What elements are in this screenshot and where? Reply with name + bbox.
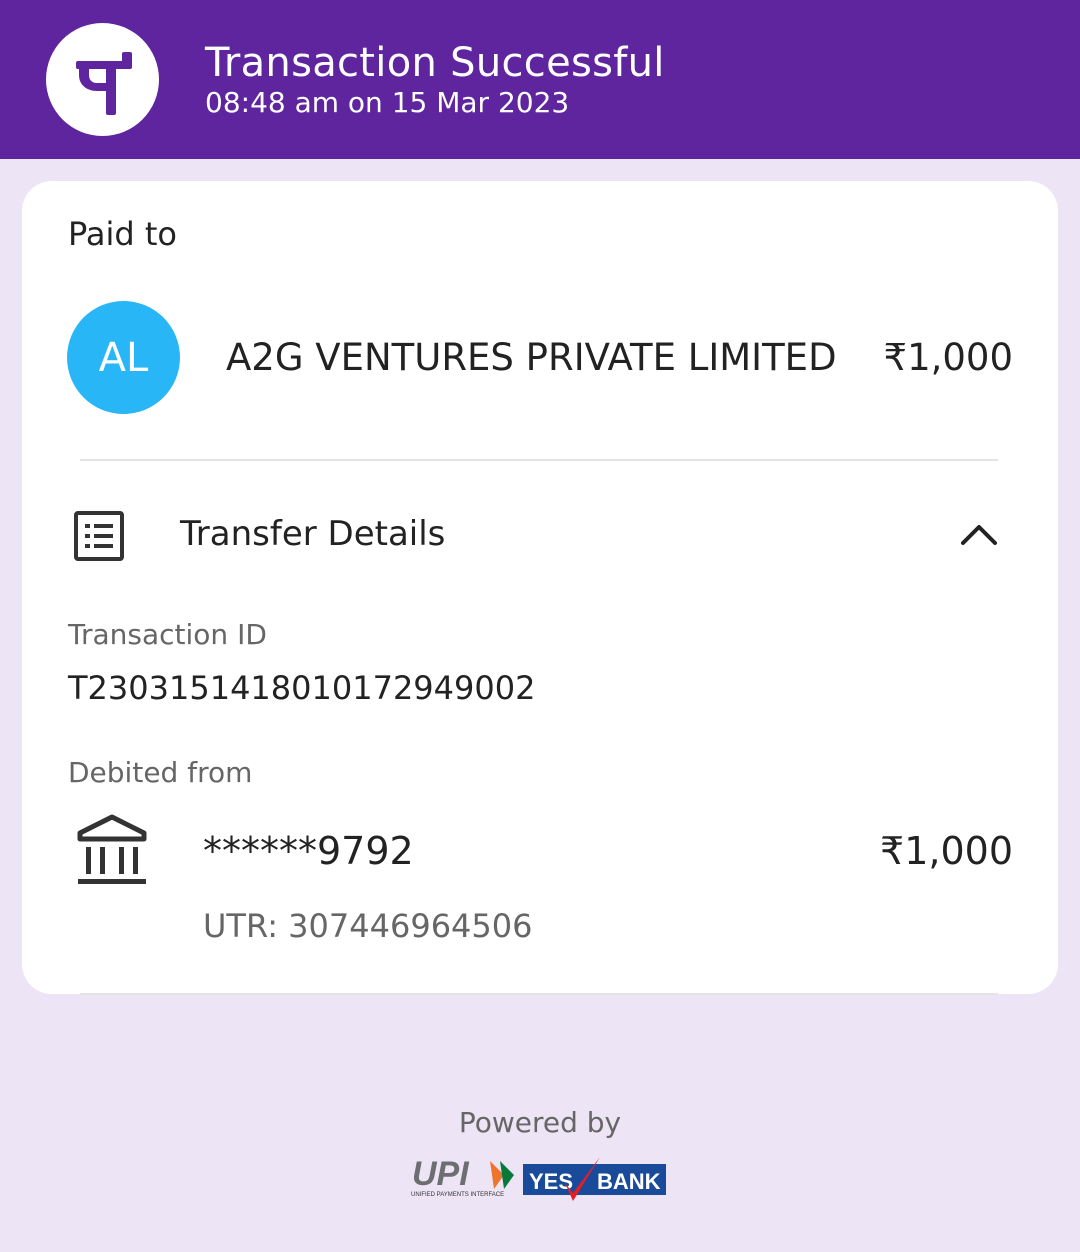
- transaction-id-label: Transaction ID: [68, 618, 267, 651]
- transaction-timestamp: 08:48 am on 15 Mar 2023: [205, 86, 570, 119]
- upi-tagline: UNIFIED PAYMENTS INTERFACE: [411, 1192, 504, 1198]
- paid-to-label: Paid to: [68, 215, 177, 253]
- transaction-card: Paid to AL A2G VENTURES PRIVATE LIMITED …: [22, 181, 1058, 994]
- yes-bank-logo-yes: YES: [529, 1169, 573, 1194]
- divider: [80, 993, 998, 995]
- yes-bank-logo: YES BANK: [523, 1157, 667, 1211]
- debit-amount: ₹1,000: [880, 829, 1013, 873]
- debited-from-label: Debited from: [68, 756, 253, 789]
- divider: [80, 459, 998, 461]
- payee-name: A2G VENTURES PRIVATE LIMITED: [226, 336, 837, 379]
- transaction-id-value: T2303151418010172949002: [68, 669, 536, 707]
- transaction-status-title: Transaction Successful: [205, 40, 665, 86]
- phonepe-logo-icon: [46, 23, 159, 136]
- avatar-initials: AL: [98, 334, 149, 381]
- bank-icon: [76, 813, 148, 891]
- utr-number: UTR: 307446964506: [203, 907, 533, 945]
- payee-avatar: AL: [67, 301, 180, 414]
- transfer-details-title: Transfer Details: [180, 514, 446, 554]
- header-bar: Transaction Successful 08:48 am on 15 Ma…: [0, 0, 1080, 159]
- payment-amount: ₹1,000: [883, 336, 1013, 379]
- account-number-masked: ******9792: [203, 829, 414, 873]
- upi-logo-text: UPI: [412, 1155, 470, 1193]
- list-icon: [72, 509, 126, 567]
- yes-bank-logo-bank: BANK: [597, 1169, 661, 1194]
- upi-logo: UPI UNIFIED PAYMENTS INTERFACE: [408, 1155, 518, 1203]
- chevron-up-icon[interactable]: [959, 521, 999, 553]
- powered-by-label: Powered by: [458, 1106, 622, 1139]
